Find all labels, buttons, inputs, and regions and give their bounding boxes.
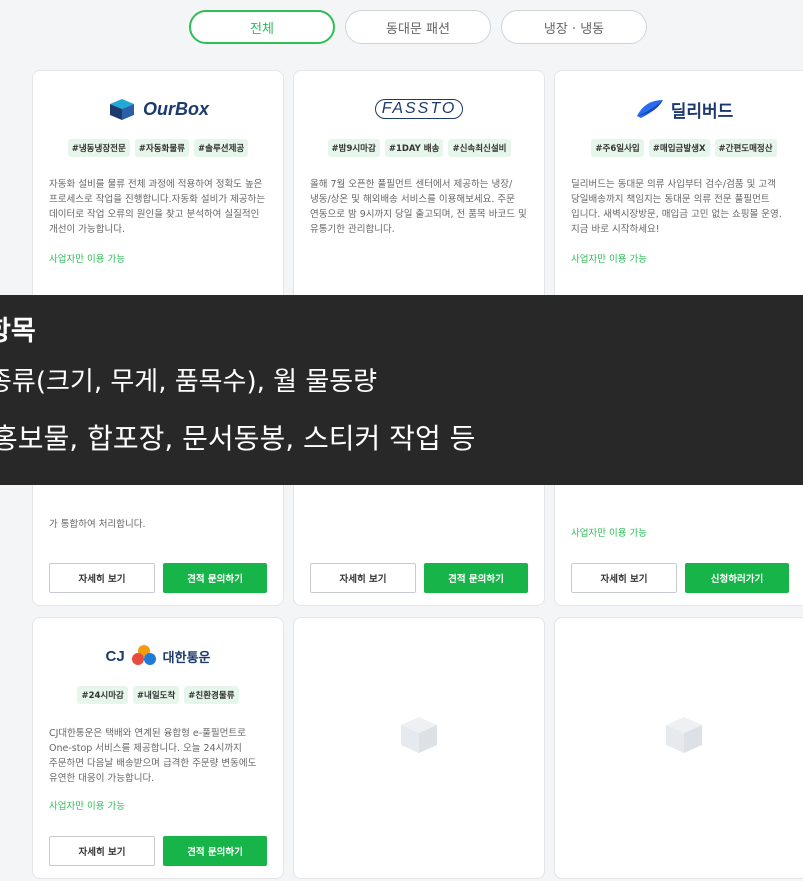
tag: #밤9시마감	[327, 139, 380, 157]
tag: #주6일사입	[591, 139, 644, 157]
tag-list: #냉동냉장전문 #자동화물류 #솔루션제공	[49, 139, 267, 157]
inquiry-button[interactable]: 견적 문의하기	[163, 836, 267, 866]
dealibird-logo-text: 딜리버드	[670, 101, 734, 121]
tab-dongdaemun-fashion[interactable]: 동대문 패션	[345, 10, 491, 44]
provider-card-ourbox: OurBox #냉동냉장전문 #자동화물류 #솔루션제공 자동화 설비를 물류 …	[32, 70, 284, 320]
ourbox-box-icon	[109, 99, 134, 120]
cj-logo-text: 대한통운	[162, 649, 211, 665]
bird-icon	[636, 100, 663, 118]
card-actions: 자세히 보기 견적 문의하기	[49, 836, 267, 866]
tag: #신속최신설비	[448, 139, 511, 157]
box-placeholder-icon	[401, 717, 437, 753]
card-actions: 자세히 보기 견적 문의하기	[310, 563, 528, 593]
card-description-tail: 가 통합하여 처리합니다.	[49, 519, 146, 530]
detail-button[interactable]: 자세히 보기	[49, 836, 155, 866]
overlay-line-3: 홍보물, 합포장, 문서동봉, 스티커 작업 등	[0, 422, 476, 455]
card-description: 딜리버드는 동대문 의류 사입부터 검수/검품 및 고객 당일배송까지 책임지는…	[571, 179, 782, 235]
availability-note: 사업자만 이용 가능	[571, 528, 647, 539]
availability-note: 사업자만 이용 가능	[49, 801, 125, 812]
tag: #친환경물류	[184, 686, 239, 704]
tab-cold-frozen[interactable]: 냉장 · 냉동	[501, 10, 647, 44]
box-placeholder-icon	[666, 717, 702, 753]
cj-flower-icon	[131, 645, 156, 665]
card-description: 올해 7월 오픈한 풀필먼트 센터에서 제공하는 냉장/냉동/상온 및 해외배송…	[310, 179, 527, 235]
tag: #간편도매정산	[714, 139, 777, 157]
tag: #내일도착	[132, 686, 180, 704]
cj-logo: CJ 대한통운	[33, 642, 283, 670]
detail-button[interactable]: 자세히 보기	[310, 563, 416, 593]
detail-button[interactable]: 자세히 보기	[571, 563, 677, 593]
provider-card-cj: CJ 대한통운 #24시마감 #내일도착 #친환경물류 CJ대한통운은 택배와 …	[32, 617, 284, 879]
placeholder-card	[554, 617, 803, 879]
tag: #24시마감	[77, 686, 128, 704]
inquiry-button[interactable]: 견적 문의하기	[163, 563, 267, 593]
inquiry-button[interactable]: 견적 문의하기	[424, 563, 528, 593]
ourbox-logo: OurBox	[33, 95, 283, 123]
availability-note: 사업자만 이용 가능	[49, 254, 125, 265]
ourbox-logo-text: OurBox	[142, 98, 209, 119]
availability-note: 사업자만 이용 가능	[571, 254, 647, 265]
card-description: 자동화 설비를 물류 전체 과정에 적용하여 정확도 높은 프로세스로 작업을 …	[49, 179, 266, 235]
placeholder-card	[293, 617, 545, 879]
cj-logo-prefix: CJ	[105, 647, 125, 665]
fassto-logo: FASSTO	[294, 95, 544, 123]
tag: #냉동냉장전문	[67, 139, 130, 157]
tag: #자동화물류	[134, 139, 190, 157]
overlay-heading: 항목	[0, 316, 36, 347]
detail-button[interactable]: 자세히 보기	[49, 563, 155, 593]
fassto-logo-text: FASSTO	[374, 99, 464, 119]
category-tabs: 전체 동대문 패션 냉장 · 냉동	[0, 10, 803, 46]
provider-card-fassto: FASSTO #밤9시마감 #1DAY 배송 #신속최신설비 올해 7월 오픈한…	[293, 70, 545, 320]
tag-list: #주6일사입 #매입금발생X #간편도매정산	[571, 139, 797, 157]
tag: #1DAY 배송	[384, 139, 444, 157]
dealibird-logo: 딜리버드	[555, 95, 803, 123]
tag: #매입금발생X	[648, 139, 710, 157]
overlay-line-2: 종류(크기, 무게, 품목수), 월 물동량	[0, 367, 378, 397]
tag-list: #24시마감 #내일도착 #친환경물류	[49, 686, 267, 704]
provider-card-dealibird: 딜리버드 #주6일사입 #매입금발생X #간편도매정산 딜리버드는 동대문 의류…	[554, 70, 803, 320]
card-description: CJ대한통운은 택배와 연계된 융합형 e-풀필먼트로 One-stop 서비스…	[49, 728, 257, 784]
caption-overlay: 항목 종류(크기, 무게, 품목수), 월 물동량 홍보물, 합포장, 문서동봉…	[0, 295, 803, 485]
tab-all[interactable]: 전체	[189, 10, 335, 44]
apply-button[interactable]: 신청하러가기	[685, 563, 789, 593]
card-actions: 자세히 보기 신청하러가기	[571, 563, 789, 593]
tag: #솔루션제공	[194, 139, 249, 157]
card-actions: 자세히 보기 견적 문의하기	[49, 563, 267, 593]
tag-list: #밤9시마감 #1DAY 배송 #신속최신설비	[310, 139, 528, 157]
